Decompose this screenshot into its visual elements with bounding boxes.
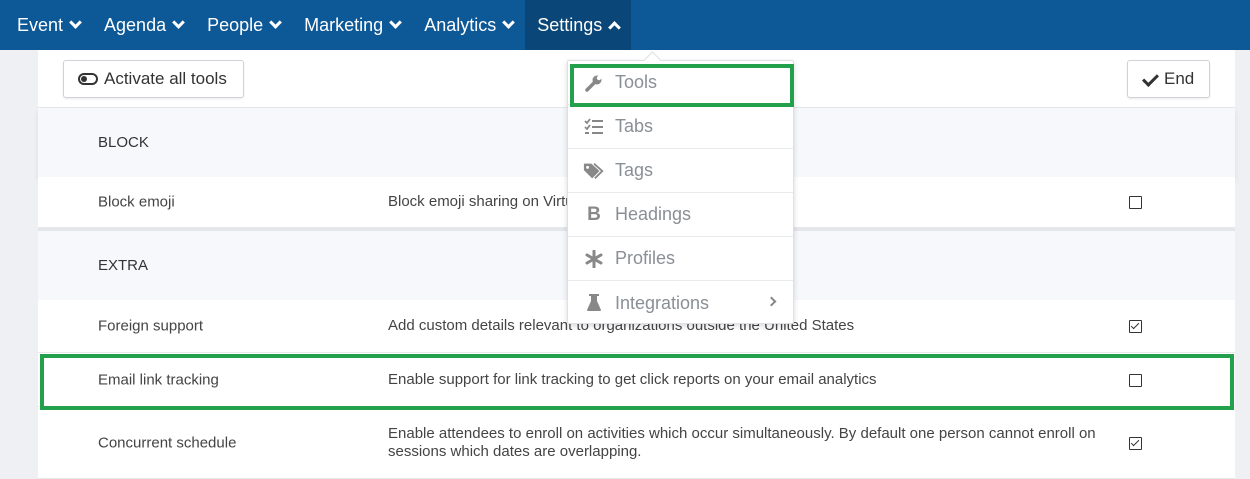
checklist-icon [583,116,605,138]
nav-settings[interactable]: Settings [525,0,632,50]
chevron-right-icon [766,296,777,307]
section-title: BLOCK [98,134,149,151]
menu-item-label: Profiles [615,248,676,268]
wrench-icon [583,72,605,94]
menu-item-label: Integrations [615,292,710,313]
chevron-down-icon [269,15,283,29]
table-row: Email link tracking Enable support for l… [38,354,1235,407]
nav-event[interactable]: Event [0,0,92,50]
menu-item-label: Tools [615,72,658,92]
nav-agenda[interactable]: Agenda [92,0,195,50]
tool-description: Enable attendees to enroll on activities… [388,424,1096,460]
tags-icon [583,160,605,182]
nav-agenda-label: Agenda [104,14,167,35]
end-button[interactable]: End [1127,60,1210,98]
menu-item-tags[interactable]: Tags [568,149,793,193]
nav-event-label: Event [17,14,64,35]
flask-icon [583,292,605,314]
toggle-icon [78,73,98,85]
chevron-down-icon [172,15,185,29]
nav-settings-label: Settings [537,14,603,35]
section-title: EXTRA [98,257,149,274]
menu-item-headings[interactable]: B Headings [568,193,793,237]
tool-name: Concurrent schedule [98,434,237,451]
tool-checkbox[interactable] [1129,436,1142,450]
tool-checkbox[interactable] [1129,196,1142,209]
check-icon [1142,71,1158,87]
chevron-down-icon [69,15,82,29]
nav-people-label: People [207,14,264,35]
nav-marketing[interactable]: Marketing [292,0,412,50]
menu-item-label: Headings [615,204,692,224]
menu-item-profiles[interactable]: Profiles [568,237,793,281]
tool-description: Enable support for link tracking to get … [388,371,877,388]
activate-all-tools-button[interactable]: Activate all tools [63,60,244,98]
asterisk-icon [583,248,605,270]
tool-name: Foreign support [98,317,204,335]
activate-all-tools-label: Activate all tools [104,69,227,88]
top-nav: Event Agenda People Marketing Analytics … [0,0,1250,50]
settings-dropdown-menu: Tools Tabs Tags B Headings Profiles Inte… [567,60,794,324]
end-label: End [1164,69,1195,88]
bold-icon: B [587,203,601,225]
nav-analytics[interactable]: Analytics [412,0,525,50]
table-row: Concurrent schedule Enable attendees to … [38,407,1235,479]
nav-analytics-label: Analytics [424,14,497,35]
menu-item-integrations[interactable]: Integrations [568,281,793,325]
menu-item-label: Tags [615,160,654,180]
menu-item-tabs[interactable]: Tabs [568,105,793,149]
tool-checkbox[interactable] [1129,320,1142,333]
nav-marketing-label: Marketing [304,14,384,35]
menu-item-tools[interactable]: Tools [568,61,793,105]
menu-item-label: Tabs [615,116,654,136]
chevron-down-icon [389,15,403,29]
tool-checkbox[interactable] [1129,374,1142,387]
tool-name: Block emoji [98,193,175,211]
tool-name: Email link tracking [98,371,219,389]
chevron-up-icon [608,21,622,34]
nav-people[interactable]: People [195,0,292,50]
chevron-down-icon [502,15,516,29]
